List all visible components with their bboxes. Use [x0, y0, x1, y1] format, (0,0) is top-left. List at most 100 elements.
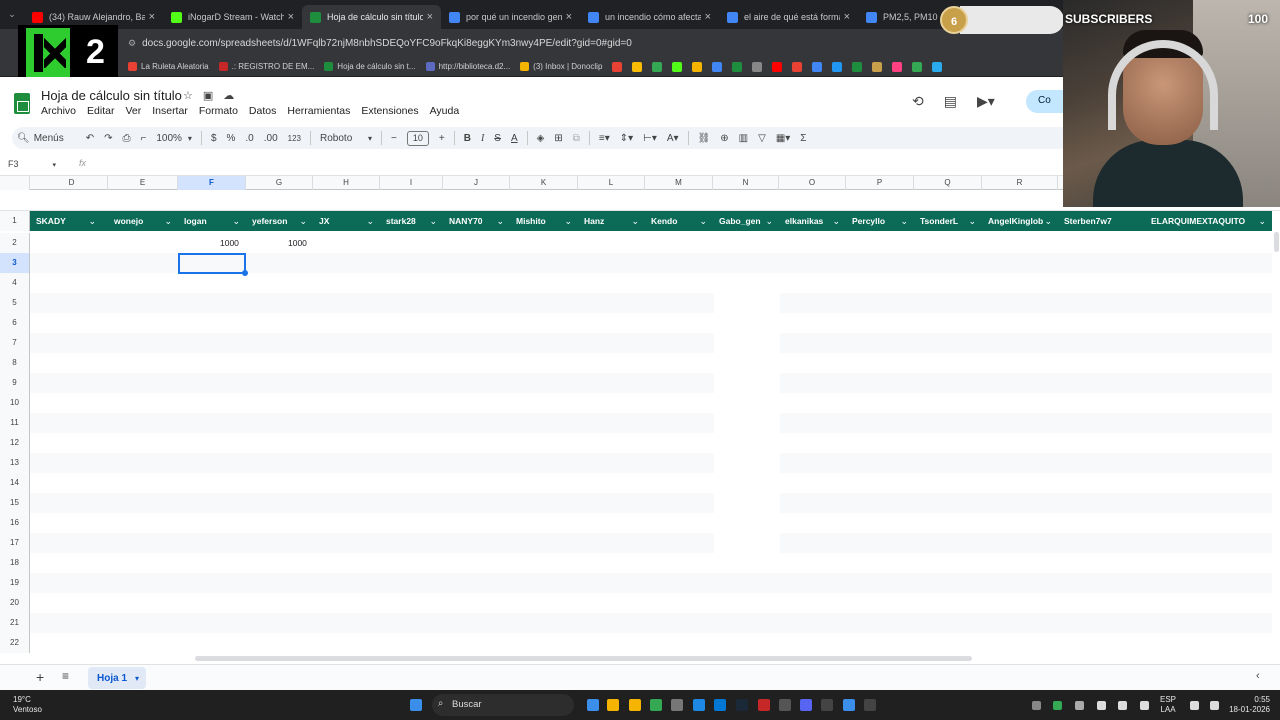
column-header[interactable]: J	[443, 176, 510, 190]
bookmark-item[interactable]: .: REGISTRO DE EM...	[218, 62, 314, 71]
sheet-tab-hoja1[interactable]: Hoja 1 ▾	[88, 667, 146, 689]
chevron-down-icon[interactable]: ⌄	[900, 211, 908, 231]
merge-cells-icon[interactable]: ⧉	[568, 127, 585, 149]
comment-icon[interactable]: ⊕	[715, 127, 733, 149]
vertical-align-icon[interactable]: ⇕▾	[615, 127, 638, 149]
taskbar-app-icon[interactable]	[758, 699, 770, 711]
taskbar-app-icon[interactable]	[864, 699, 876, 711]
bookmark-shortcut-icon[interactable]	[652, 61, 663, 72]
column-header[interactable]: Q	[914, 176, 982, 190]
row-number[interactable]: 13	[0, 453, 30, 473]
browser-tab[interactable]: por qué un incendio gene ×	[441, 5, 580, 29]
bookmark-shortcut-icon[interactable]	[932, 61, 943, 72]
tray-icon[interactable]	[1210, 701, 1219, 710]
chevron-down-icon[interactable]: ⌄	[496, 211, 504, 231]
column-header[interactable]: I	[380, 176, 443, 190]
tray-icon[interactable]	[1097, 701, 1106, 710]
column-header[interactable]: N	[713, 176, 779, 190]
taskbar-search[interactable]: ⌕ Buscar	[432, 694, 574, 716]
row-number[interactable]: 21	[0, 613, 30, 633]
chevron-down-icon[interactable]: ⌄	[765, 211, 773, 231]
undo-icon[interactable]: ↶	[81, 127, 99, 149]
chevron-down-icon[interactable]: ⌄	[429, 211, 437, 231]
header-cell[interactable]: Mishito ⌄	[510, 211, 578, 231]
cloud-status-icon[interactable]: ☁	[223, 89, 234, 102]
horizontal-scrollbar[interactable]	[195, 656, 972, 661]
menu-item[interactable]: Ver	[125, 105, 141, 117]
chevron-down-icon[interactable]: ⌄	[699, 211, 707, 231]
header-cell[interactable]: TsonderL ⌄	[914, 211, 982, 231]
bookmark-shortcut-icon[interactable]	[672, 61, 683, 72]
decrease-decimal-button[interactable]: .0	[240, 127, 258, 149]
close-icon[interactable]: ×	[705, 11, 711, 23]
menu-item[interactable]: Extensiones	[361, 105, 418, 117]
header-cell[interactable]: stark28 ⌄	[380, 211, 443, 231]
close-icon[interactable]: ×	[149, 11, 155, 23]
bookmark-item[interactable]: (3) Inbox | Donoclip	[520, 62, 602, 71]
column-header[interactable]: F	[178, 176, 246, 190]
chevron-down-icon[interactable]: ⌄	[1258, 211, 1266, 231]
bookmark-item[interactable]: http://biblioteca.d2...	[425, 62, 510, 71]
chart-icon[interactable]: ▥	[734, 127, 753, 149]
column-header[interactable]: H	[313, 176, 380, 190]
chevron-down-icon[interactable]: ⌄	[164, 211, 172, 231]
chevron-down-icon[interactable]: ⌄	[631, 211, 639, 231]
browser-tab[interactable]: iNogarD Stream - Watch ×	[163, 5, 302, 29]
column-header[interactable]: M	[645, 176, 713, 190]
row-number[interactable]: 14	[0, 473, 30, 493]
move-folder-icon[interactable]: ▣	[203, 89, 213, 102]
tab-search-chevron-icon[interactable]: ⌄	[0, 4, 24, 26]
row-number[interactable]: 10	[0, 393, 30, 413]
borders-icon[interactable]: ⊞	[549, 127, 567, 149]
italic-button[interactable]: I	[476, 127, 489, 149]
row-number[interactable]: 16	[0, 513, 30, 533]
header-cell[interactable]: SKADY ⌄	[30, 211, 102, 231]
menu-item[interactable]: Ayuda	[430, 105, 460, 117]
header-cell[interactable]: ELARQUIMEXTAQUITO ⌄	[1145, 211, 1272, 231]
close-icon[interactable]: ×	[427, 11, 433, 23]
header-cell[interactable]: Gabo_gen ⌄	[713, 211, 779, 231]
header-cell[interactable]: Percyllo ⌄	[846, 211, 914, 231]
taskbar-app-icon[interactable]	[607, 699, 619, 711]
taskbar-app-icon[interactable]	[821, 699, 833, 711]
strikethrough-button[interactable]: S	[489, 127, 506, 149]
row-number[interactable]: 4	[0, 273, 30, 293]
chevron-down-icon[interactable]: ⌄	[968, 211, 976, 231]
menu-item[interactable]: Editar	[87, 105, 114, 117]
column-header[interactable]: P	[846, 176, 914, 190]
column-header[interactable]: D	[36, 176, 108, 190]
taskbar-app-icon[interactable]	[629, 699, 641, 711]
row-number[interactable]: 1	[0, 211, 30, 231]
browser-tab[interactable]: un incendio cómo afecta ×	[580, 5, 719, 29]
row-number[interactable]: 18	[0, 553, 30, 573]
chevron-down-icon[interactable]: ⌄	[232, 211, 240, 231]
tray-icon[interactable]	[1032, 701, 1041, 710]
text-rotation-icon[interactable]: A▾	[662, 127, 684, 149]
link-icon[interactable]: ⛓	[693, 127, 716, 149]
language-indicator[interactable]: ESP LAA	[1160, 695, 1176, 715]
text-wrap-icon[interactable]: ⊢▾	[638, 127, 662, 149]
row-number[interactable]: 22	[0, 633, 30, 653]
formula-input[interactable]	[100, 158, 1040, 172]
taskbar-app-icon[interactable]	[779, 699, 791, 711]
row-number[interactable]: 8	[0, 353, 30, 373]
cell-f2[interactable]: 1000	[220, 238, 239, 248]
header-cell[interactable]: wonejo ⌄	[108, 211, 178, 231]
url-text[interactable]: docs.google.com/spreadsheets/d/1WFqlb72n…	[142, 38, 632, 49]
column-header[interactable]: O	[779, 176, 846, 190]
row-number[interactable]: 17	[0, 533, 30, 553]
zoom-select[interactable]: 100% ▾	[151, 127, 197, 149]
header-cell[interactable]: yeferson ⌄	[246, 211, 313, 231]
font-size-increase-icon[interactable]: +	[434, 127, 450, 149]
chevron-down-icon[interactable]: ⌄	[88, 211, 96, 231]
tray-icon[interactable]	[1075, 701, 1084, 710]
bookmark-shortcut-icon[interactable]	[692, 61, 703, 72]
percent-button[interactable]: %	[222, 127, 241, 149]
row-number[interactable]: 11	[0, 413, 30, 433]
cell-g2[interactable]: 1000	[288, 238, 307, 248]
bookmark-shortcut-icon[interactable]	[612, 61, 623, 72]
close-icon[interactable]: ×	[844, 11, 850, 23]
header-cell[interactable]: Kendo ⌄	[645, 211, 713, 231]
bookmark-shortcut-icon[interactable]	[732, 61, 743, 72]
start-icon[interactable]	[410, 699, 422, 711]
